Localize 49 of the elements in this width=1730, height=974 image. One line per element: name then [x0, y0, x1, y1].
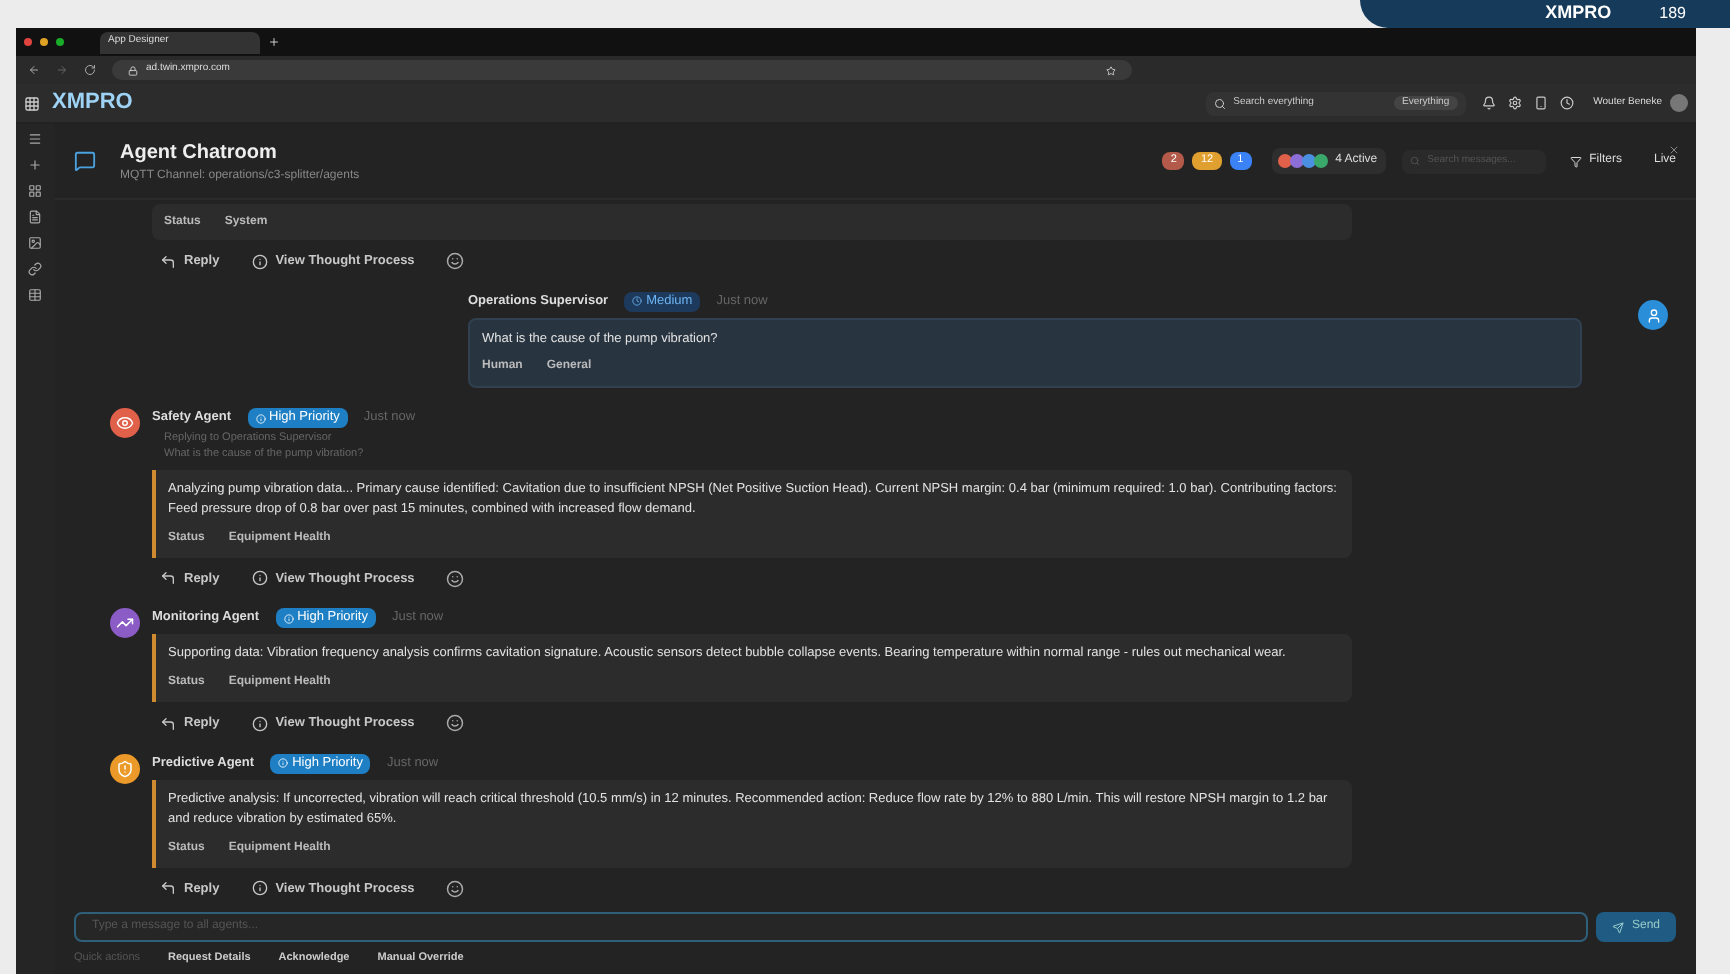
rail-nav-icon[interactable]: [28, 184, 42, 198]
new-tab-icon[interactable]: [268, 36, 280, 48]
reply-icon: [160, 253, 176, 270]
close-icon[interactable]: [1668, 144, 1680, 156]
chat-title: Agent Chatroom: [120, 139, 279, 167]
backdrop-brand: XMPRO: [1545, 0, 1612, 27]
rail-nav-icon[interactable]: [28, 236, 42, 250]
rail-nav-icon[interactable]: [28, 262, 42, 276]
trend-icon: [116, 614, 134, 633]
user-icon: [1645, 307, 1661, 323]
reply-icon: [160, 715, 176, 732]
app-logo[interactable]: XMPRO: [52, 86, 133, 120]
clock-icon: [632, 296, 643, 307]
reply-icon: [160, 880, 176, 897]
info-icon: [251, 253, 268, 270]
reply-icon: [160, 570, 176, 587]
info-icon: [251, 880, 268, 897]
emoji-icon[interactable]: [446, 879, 465, 898]
emoji-icon[interactable]: [446, 714, 465, 733]
filter-icon: [1569, 155, 1582, 167]
chat-icon: [74, 150, 96, 172]
reload-icon[interactable]: [84, 64, 96, 76]
eye-icon: [116, 414, 134, 433]
info-icon: [283, 613, 294, 624]
bookmark-icon[interactable]: [1106, 65, 1116, 75]
send-icon: [1611, 921, 1624, 933]
apps-icon[interactable]: [24, 95, 40, 111]
rail-nav-icon[interactable]: [28, 288, 42, 302]
rail-nav-icon[interactable]: [28, 132, 42, 146]
rail-nav-icon[interactable]: [28, 158, 42, 172]
info-icon: [278, 758, 289, 769]
user-fab[interactable]: [1638, 300, 1668, 330]
info-icon: [251, 570, 268, 587]
rail-nav-icon[interactable]: [28, 210, 42, 224]
emoji-icon[interactable]: [446, 252, 465, 271]
info-icon: [251, 715, 268, 732]
search-icon: [1213, 97, 1226, 109]
settings-icon[interactable]: [1507, 96, 1522, 110]
info-icon: [255, 413, 265, 424]
shield-icon: [116, 759, 134, 778]
clock-icon[interactable]: [1559, 96, 1574, 110]
lock-icon: [128, 65, 138, 75]
backdrop-number: 189: [1659, 2, 1686, 26]
search-icon: [1409, 156, 1420, 166]
notification-icon[interactable]: [1481, 96, 1496, 110]
user-avatar[interactable]: [1670, 94, 1688, 112]
emoji-icon[interactable]: [446, 569, 465, 588]
device-icon[interactable]: [1533, 96, 1548, 110]
back-icon[interactable]: [28, 64, 40, 76]
